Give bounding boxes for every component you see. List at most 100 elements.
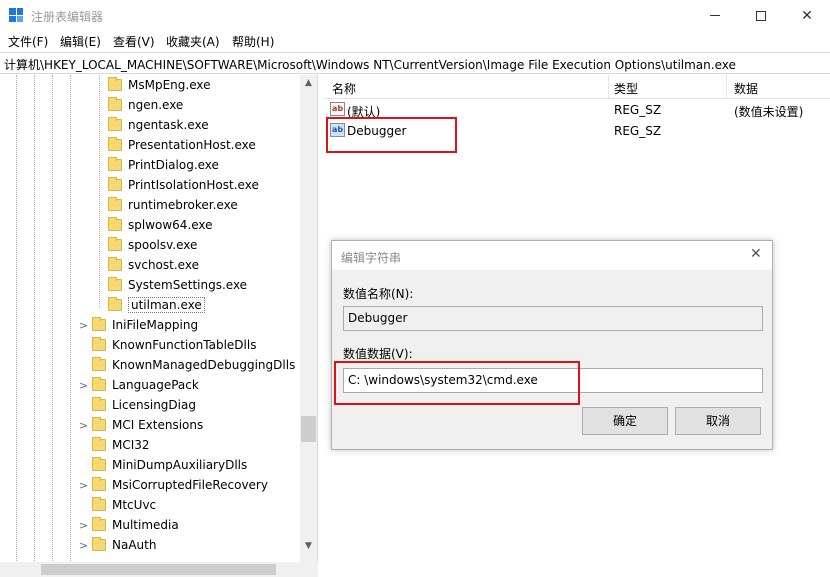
tree-guide-line [70, 75, 71, 565]
expand-chevron-icon[interactable]: > [79, 419, 88, 432]
scroll-down-arrow-icon[interactable]: ▼ [300, 538, 317, 555]
window-title: 注册表编辑器 [31, 10, 104, 24]
folder-icon [92, 417, 106, 431]
value-data: (数值未设置) [734, 105, 804, 119]
tree-horizontal-scrollbar-thumb[interactable] [41, 564, 276, 575]
expand-chevron-icon[interactable]: > [79, 539, 88, 552]
title-bar: 注册表编辑器 ✕ [0, 0, 830, 31]
address-bar[interactable]: 计算机\HKEY_LOCAL_MACHINE\SOFTWARE\Microsof… [0, 52, 830, 74]
close-icon: ✕ [801, 7, 813, 24]
folder-icon [108, 157, 122, 171]
close-button[interactable]: ✕ [784, 0, 830, 31]
folder-icon [92, 357, 106, 371]
tree-item[interactable]: MtcUvc [92, 495, 156, 515]
tree-item[interactable]: svchost.exe [108, 255, 199, 275]
regedit-app-icon [9, 8, 23, 22]
tree-item[interactable]: PrintDialog.exe [108, 155, 219, 175]
tree-scrollbar-thumb[interactable] [301, 416, 316, 442]
value-type: REG_SZ [614, 103, 662, 117]
value-name-field[interactable]: Debugger [343, 306, 763, 331]
expand-chevron-icon[interactable]: > [79, 479, 88, 492]
tree-item[interactable]: MCI32 [92, 435, 150, 455]
tree-item[interactable]: NaAuth [92, 535, 156, 555]
dialog-title-bar: 编辑字符串 ✕ [332, 241, 772, 270]
tree-item[interactable]: spoolsv.exe [108, 235, 197, 255]
maximize-button[interactable] [738, 0, 784, 31]
column-separator[interactable] [608, 75, 609, 99]
tree-item[interactable]: PresentationHost.exe [108, 135, 256, 155]
menu-file[interactable]: 文件(F) [8, 33, 48, 50]
tree-item[interactable]: MsMpEng.exe [108, 75, 210, 95]
tree-guide-line [34, 75, 35, 565]
minimize-icon [710, 15, 720, 16]
column-header-data[interactable]: 数据 [734, 80, 758, 97]
folder-icon [92, 337, 106, 351]
debugger-highlight-box [326, 117, 457, 153]
folder-icon [108, 277, 122, 291]
dialog-title: 编辑字符串 [341, 251, 402, 265]
tree-item[interactable]: IniFileMapping [92, 315, 198, 335]
value-data-highlight-box [334, 361, 580, 405]
tree-guide-line [16, 75, 17, 565]
dialog-close-icon[interactable]: ✕ [750, 246, 762, 262]
tree-item[interactable]: runtimebroker.exe [108, 195, 238, 215]
tree-item[interactable]: ngentask.exe [108, 115, 209, 135]
menu-view[interactable]: 查看(V) [113, 33, 155, 50]
folder-icon [108, 297, 122, 311]
tree-item[interactable]: ngen.exe [108, 95, 183, 115]
value-data-label: 数值数据(V): [343, 347, 413, 361]
tree-item[interactable]: SystemSettings.exe [108, 275, 247, 295]
value-name-label: 数值名称(N): [343, 287, 414, 301]
tree-item[interactable]: MsiCorruptedFileRecovery [92, 475, 268, 495]
folder-icon [108, 217, 122, 231]
value-type: REG_SZ [614, 124, 662, 138]
folder-icon [108, 117, 122, 131]
tree-item-selected[interactable]: utilman.exe [108, 295, 205, 315]
column-header-name[interactable]: 名称 [332, 80, 356, 97]
tree-scrollbar[interactable] [300, 75, 317, 565]
folder-icon [92, 437, 106, 451]
folder-icon [92, 377, 106, 391]
folder-icon [108, 257, 122, 271]
folder-icon [92, 517, 106, 531]
tree-item[interactable]: LicensingDiag [92, 395, 196, 415]
tree-item[interactable]: KnownFunctionTableDlls [92, 335, 256, 355]
tree-item[interactable]: PrintIsolationHost.exe [108, 175, 259, 195]
menu-help[interactable]: 帮助(H) [232, 33, 274, 50]
tree-guide-line [52, 75, 53, 565]
folder-icon [108, 237, 122, 251]
tree-item[interactable]: LanguagePack [92, 375, 199, 395]
tree-guide-line [99, 75, 100, 308]
edit-string-dialog: 编辑字符串 ✕ 数值名称(N): Debugger 数值数据(V): C: \w… [331, 240, 773, 450]
column-header-type[interactable]: 类型 [614, 80, 638, 97]
expand-chevron-icon[interactable]: > [79, 379, 88, 392]
menu-bar: 文件(F) 编辑(E) 查看(V) 收藏夹(A) 帮助(H) [0, 31, 830, 51]
tree-item[interactable]: splwow64.exe [108, 215, 213, 235]
folder-icon [92, 457, 106, 471]
folder-icon [108, 97, 122, 111]
registry-tree: MsMpEng.exe ngen.exe ngentask.exe Presen… [0, 75, 318, 565]
ok-button[interactable]: 确定 [582, 407, 668, 435]
tree-item[interactable]: Multimedia [92, 515, 179, 535]
column-separator[interactable] [726, 75, 727, 99]
expand-chevron-icon[interactable]: > [79, 319, 88, 332]
values-list-header: 名称 类型 数据 [324, 75, 830, 99]
scroll-up-arrow-icon[interactable]: ▲ [300, 75, 317, 92]
tree-item[interactable]: KnownManagedDebuggingDlls [92, 355, 295, 375]
menu-favorites[interactable]: 收藏夹(A) [166, 33, 220, 50]
folder-icon [92, 317, 106, 331]
maximize-icon [756, 10, 766, 21]
tree-item[interactable]: MiniDumpAuxiliaryDlls [92, 455, 247, 475]
folder-icon [108, 177, 122, 191]
cancel-button[interactable]: 取消 [675, 407, 761, 435]
folder-icon [108, 137, 122, 151]
folder-icon [108, 77, 122, 91]
expand-chevron-icon[interactable]: > [79, 519, 88, 532]
string-value-icon: ab [330, 102, 345, 116]
menu-edit[interactable]: 编辑(E) [60, 33, 101, 50]
tree-item[interactable]: MCI Extensions [92, 415, 203, 435]
folder-icon [92, 477, 106, 491]
folder-icon [92, 397, 106, 411]
folder-icon [92, 497, 106, 511]
minimize-button[interactable] [692, 0, 738, 31]
